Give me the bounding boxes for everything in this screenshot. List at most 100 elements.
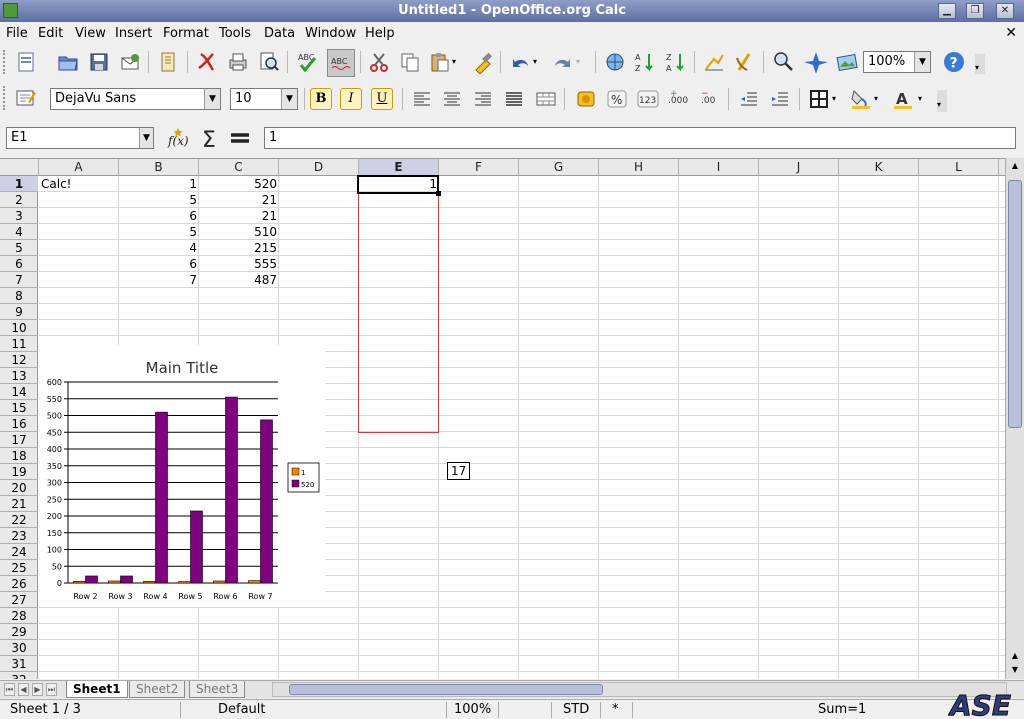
row-header-23[interactable]: 23 xyxy=(0,528,38,544)
cell-b1[interactable]: 1 xyxy=(119,176,199,192)
menu-format[interactable]: Format xyxy=(163,26,209,41)
remove-decimal-icon[interactable]: .00− xyxy=(698,87,722,111)
italic-button[interactable]: I xyxy=(340,88,362,110)
row-header-4[interactable]: 4 xyxy=(0,224,38,240)
borders-dropdown-icon[interactable]: ▾ xyxy=(832,87,844,111)
new-document-icon[interactable] xyxy=(14,50,38,74)
export-pdf-icon[interactable] xyxy=(195,50,219,74)
help-icon[interactable]: ? xyxy=(942,50,966,74)
row-header-8[interactable]: 8 xyxy=(0,288,38,304)
chevron-down-icon[interactable]: ▼ xyxy=(281,89,297,109)
show-draw-functions-icon[interactable] xyxy=(733,50,757,74)
cell-c3[interactable]: 21 xyxy=(199,208,279,224)
menu-insert[interactable]: Insert xyxy=(115,26,152,41)
menu-edit[interactable]: Edit xyxy=(38,26,63,41)
row-header-17[interactable]: 17 xyxy=(0,432,38,448)
save-icon[interactable] xyxy=(87,50,111,74)
chevron-down-icon[interactable]: ▼ xyxy=(914,52,930,72)
chevron-down-icon[interactable]: ▼ xyxy=(139,128,153,148)
add-decimal-icon[interactable]: .000 + xyxy=(667,87,691,111)
row-header-7[interactable]: 7 xyxy=(0,272,38,288)
cell-b3[interactable]: 6 xyxy=(119,208,199,224)
column-header-c[interactable]: C xyxy=(199,159,279,176)
formula-input[interactable]: 1 xyxy=(264,127,1016,149)
toolbar-overflow-icon[interactable]: ▾ xyxy=(975,54,985,74)
row-header-16[interactable]: 16 xyxy=(0,416,38,432)
undo-dropdown-icon[interactable]: ▾ xyxy=(533,50,545,74)
status-zoom[interactable]: 100% xyxy=(454,702,491,718)
close-document-icon[interactable]: ✕ xyxy=(1005,25,1017,41)
column-header-j[interactable]: J xyxy=(759,159,839,176)
increase-indent-icon[interactable] xyxy=(768,87,792,111)
cell-b2[interactable]: 5 xyxy=(119,192,199,208)
scroll-up-icon[interactable]: ▲ xyxy=(1008,650,1022,662)
font-color-dropdown-icon[interactable]: ▾ xyxy=(918,87,930,111)
cell-c6[interactable]: 555 xyxy=(199,256,279,272)
title-bar[interactable]: Untitled1 - OpenOffice.org Calc ▁ ❐ ✕ xyxy=(0,0,1024,22)
function-equals-icon[interactable] xyxy=(228,126,252,150)
standard-number-format-icon[interactable]: 123 xyxy=(636,87,660,111)
autospellcheck-icon[interactable]: ABC xyxy=(327,49,355,77)
hyperlink-icon[interactable] xyxy=(603,50,627,74)
horizontal-scrollbar[interactable] xyxy=(272,682,1007,697)
row-header-28[interactable]: 28 xyxy=(0,608,38,624)
underline-button[interactable]: U xyxy=(371,88,393,110)
cell-b7[interactable]: 7 xyxy=(119,272,199,288)
maximize-button[interactable]: ❐ xyxy=(966,3,984,19)
menu-tools[interactable]: Tools xyxy=(219,26,251,41)
minimize-button[interactable]: ▁ xyxy=(938,3,956,19)
scroll-down-icon[interactable]: ▼ xyxy=(1008,664,1022,676)
toolbar-overflow-icon[interactable]: ▾ xyxy=(937,90,947,112)
spellcheck-icon[interactable]: ABC xyxy=(296,50,320,74)
row-header-30[interactable]: 30 xyxy=(0,640,38,656)
selection-mode[interactable]: STD xyxy=(563,702,589,718)
bold-button[interactable]: B xyxy=(310,88,332,110)
embedded-chart[interactable]: Main Title 0 50 100 150 200 250 300 350 400 450 500… xyxy=(39,345,325,607)
autofill-handle[interactable] xyxy=(436,191,441,196)
borders-icon[interactable] xyxy=(807,87,831,111)
redo-dropdown-icon[interactable]: ▾ xyxy=(576,50,588,74)
row-header-9[interactable]: 9 xyxy=(0,304,38,320)
select-all-corner[interactable] xyxy=(0,159,39,176)
toolbar-grip[interactable] xyxy=(3,86,9,110)
row-header-3[interactable]: 3 xyxy=(0,208,38,224)
find-replace-icon[interactable] xyxy=(772,50,796,74)
align-center-icon[interactable] xyxy=(440,87,464,111)
font-name-select[interactable]: DejaVu Sans ▼ xyxy=(50,88,221,110)
sheet-tab-1[interactable]: Sheet1 xyxy=(66,681,128,698)
row-header-32[interactable]: 32 xyxy=(0,672,38,679)
close-window-button[interactable]: ✕ xyxy=(996,3,1014,19)
column-header-k[interactable]: K xyxy=(839,159,919,176)
column-header-b[interactable]: B xyxy=(119,159,199,176)
column-header-g[interactable]: G xyxy=(519,159,599,176)
paste-dropdown-icon[interactable]: ▾ xyxy=(452,50,464,74)
page-style[interactable]: Default xyxy=(218,702,266,718)
function-wizard-icon[interactable]: f(x) xyxy=(166,126,190,150)
cell-b4[interactable]: 5 xyxy=(119,224,199,240)
column-header-f[interactable]: F xyxy=(439,159,519,176)
sum-icon[interactable]: Σ xyxy=(198,126,222,153)
scroll-up-icon[interactable]: ▲ xyxy=(1008,160,1022,172)
row-header-2[interactable]: 2 xyxy=(0,192,38,208)
font-color-icon[interactable]: A xyxy=(891,87,915,111)
menu-window[interactable]: Window xyxy=(305,26,356,41)
row-header-29[interactable]: 29 xyxy=(0,624,38,640)
row-header-27[interactable]: 27 xyxy=(0,592,38,608)
align-right-icon[interactable] xyxy=(471,87,495,111)
cell-area[interactable]: Calc! 1 5 6 5 4 6 7 520 21 21 510 215 555 487 1 17 Main T… xyxy=(39,175,1005,679)
cell-c4[interactable]: 510 xyxy=(199,224,279,240)
chevron-down-icon[interactable]: ▼ xyxy=(204,89,220,109)
row-header-21[interactable]: 21 xyxy=(0,496,38,512)
row-header-10[interactable]: 10 xyxy=(0,320,38,336)
cell-c7[interactable]: 487 xyxy=(199,272,279,288)
navigator-icon[interactable] xyxy=(804,50,828,74)
copy-icon[interactable] xyxy=(398,50,422,74)
last-sheet-icon[interactable]: ⏭ xyxy=(46,683,57,696)
column-header-e[interactable]: E xyxy=(359,159,439,176)
row-header-20[interactable]: 20 xyxy=(0,480,38,496)
row-header-18[interactable]: 18 xyxy=(0,448,38,464)
row-header-1[interactable]: 1 xyxy=(0,176,38,192)
font-size-select[interactable]: 10 ▼ xyxy=(230,88,298,110)
row-header-24[interactable]: 24 xyxy=(0,544,38,560)
clone-formatting-icon[interactable] xyxy=(472,50,496,75)
